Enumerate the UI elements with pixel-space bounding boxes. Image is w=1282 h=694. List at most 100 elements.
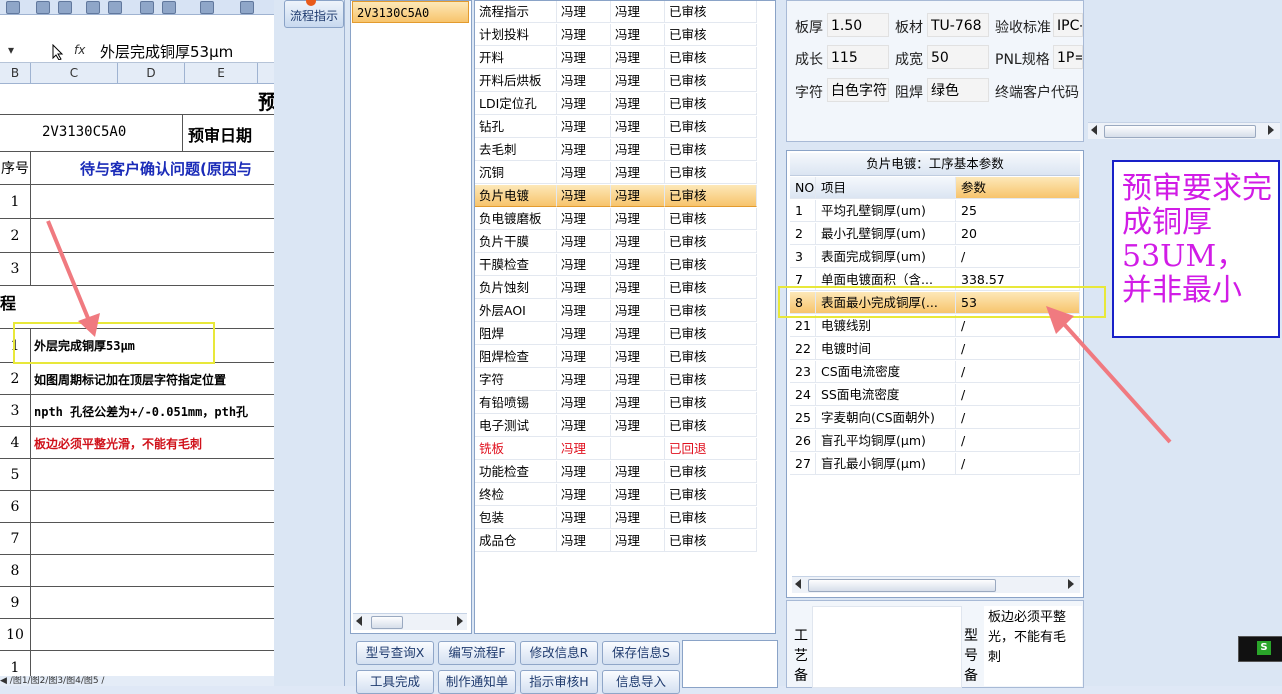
list-item[interactable]: 1 [0, 185, 274, 219]
table-row[interactable]: 10 [0, 619, 274, 651]
table-row[interactable]: 7 [0, 523, 274, 555]
process-row[interactable]: 功能检查 冯理 冯理 已审核 [475, 461, 757, 484]
copy-icon[interactable] [140, 1, 154, 14]
process-cell-status: 已审核 [665, 530, 757, 552]
standard-field[interactable]: IPC- [1053, 13, 1083, 37]
process-row[interactable]: 终检 冯理 冯理 已审核 [475, 484, 757, 507]
undo-icon[interactable] [200, 1, 214, 14]
hyperlink-icon[interactable] [240, 1, 254, 14]
process-cell-b: 冯理 [611, 116, 665, 138]
param-row[interactable]: 24 SS面电流密度 / [790, 384, 1080, 407]
col-header-d[interactable]: D [118, 63, 185, 83]
toolbar-button[interactable]: 工具完成 [356, 670, 434, 694]
row-number: 6 [0, 491, 31, 522]
scroll-thumb[interactable] [371, 616, 403, 629]
process-row[interactable]: 成品仓 冯理 冯理 已审核 [475, 530, 757, 553]
soldermask-field[interactable]: 绿色 [927, 78, 989, 102]
process-row[interactable]: 阻焊检查 冯理 冯理 已审核 [475, 346, 757, 369]
craft-remark-field[interactable] [812, 606, 962, 688]
scroll-thumb[interactable] [808, 579, 996, 592]
process-row[interactable]: 负片电镀 冯理 冯理 已审核 [475, 185, 757, 208]
param-grid-scrollbar[interactable] [792, 576, 1080, 593]
toolbar-button[interactable]: 型号查询X [356, 641, 434, 665]
process-row[interactable]: 钻孔 冯理 冯理 已审核 [475, 116, 757, 139]
col-header-c[interactable]: C [31, 63, 118, 83]
param-row[interactable]: 2 最小孔壁铜厚(um) 20 [790, 223, 1080, 246]
tray-app-icon[interactable]: S [1257, 641, 1271, 655]
process-row[interactable]: 负片蚀刻 冯理 冯理 已审核 [475, 277, 757, 300]
process-row[interactable]: 去毛刺 冯理 冯理 已审核 [475, 139, 757, 162]
param-row[interactable]: 22 电镀时间 / [790, 338, 1080, 361]
process-row[interactable]: 干膜检查 冯理 冯理 已审核 [475, 254, 757, 277]
param-row[interactable]: 1 平均孔壁铜厚(um) 25 [790, 200, 1080, 223]
paste-icon[interactable] [162, 1, 176, 14]
pnl-field[interactable]: 1P= [1053, 45, 1083, 69]
process-row[interactable]: 流程指示 冯理 冯理 已审核 [475, 1, 757, 24]
toolbar-button[interactable]: 修改信息R [520, 641, 598, 665]
value-header[interactable]: 参数 [956, 177, 1080, 199]
process-row[interactable]: 包装 冯理 冯理 已审核 [475, 507, 757, 530]
table-row[interactable]: 9 [0, 587, 274, 619]
process-row[interactable]: 字符 冯理 冯理 已审核 [475, 369, 757, 392]
scroll-left-icon[interactable] [1091, 125, 1097, 135]
toolbar-button[interactable]: 指示审核H [520, 670, 598, 694]
param-row[interactable]: 27 盲孔最小铜厚(μm) / [790, 453, 1080, 476]
param-row[interactable]: 21 电镀线别 / [790, 315, 1080, 338]
toolbar-button[interactable]: 信息导入 [602, 670, 680, 694]
process-row[interactable]: 有铅喷锡 冯理 冯理 已审核 [475, 392, 757, 415]
scroll-right-icon[interactable] [457, 616, 463, 626]
save-icon[interactable] [6, 1, 20, 14]
table-row[interactable]: 6 [0, 491, 274, 523]
toolbar-button[interactable]: 编写流程F [438, 641, 516, 665]
research-icon[interactable] [108, 1, 122, 14]
thickness-field[interactable]: 1.50 [827, 13, 889, 37]
process-row[interactable]: 计划投料 冯理 冯理 已审核 [475, 24, 757, 47]
material-field[interactable]: TU-768 [927, 13, 989, 37]
param-row[interactable]: 25 字麦朝向(CS面朝外) / [790, 407, 1080, 430]
table-row[interactable]: 5 [0, 459, 274, 491]
length-field[interactable]: 115 [827, 45, 889, 69]
scroll-right-icon[interactable] [1268, 125, 1274, 135]
process-row[interactable]: 负电镀磨板 冯理 冯理 已审核 [475, 208, 757, 231]
scroll-left-icon[interactable] [795, 579, 801, 589]
col-header-b[interactable]: B [0, 63, 31, 83]
process-row[interactable]: 铣板 冯理 已回退 [475, 438, 757, 461]
formula-input[interactable]: 外层完成铜厚53μm [100, 41, 233, 62]
table-row[interactable]: 2 如图周期标记加在顶层字符指定位置 [0, 363, 274, 395]
process-cell-b: 冯理 [611, 346, 665, 368]
process-row[interactable]: 沉铜 冯理 冯理 已审核 [475, 162, 757, 185]
card-list-scrollbar[interactable] [353, 613, 467, 630]
table-row[interactable]: 3 npth 孔径公差为+/-0.051mm，pth孔 [0, 395, 274, 427]
process-row[interactable]: LDI定位孔 冯理 冯理 已审核 [475, 93, 757, 116]
process-row[interactable]: 阻焊 冯理 冯理 已审核 [475, 323, 757, 346]
sheet-tabs[interactable]: ◀ /图1/图2/图3/图4/图5 / [0, 676, 274, 686]
card-item-selected[interactable]: 2V3130C5A0 [352, 1, 469, 23]
width-field[interactable]: 50 [927, 45, 989, 69]
toolbar-button[interactable]: 保存信息S [602, 641, 680, 665]
spell-icon[interactable] [86, 1, 100, 14]
silkscreen-field[interactable]: 白色字符 [827, 78, 889, 102]
scroll-right-icon[interactable] [1068, 579, 1074, 589]
table-row[interactable]: 4 板边必须平整光滑，不能有毛刺 [0, 427, 274, 459]
toolbar-button[interactable]: 制作通知单 [438, 670, 516, 694]
model-remark-field[interactable]: 板边必须平整光，不能有毛刺 [984, 606, 1082, 686]
item-header[interactable]: 项目 [816, 177, 956, 199]
process-row[interactable]: 开料 冯理 冯理 已审核 [475, 47, 757, 70]
no-header[interactable]: NO [790, 177, 816, 199]
param-row[interactable]: 23 CS面电流密度 / [790, 361, 1080, 384]
process-row[interactable]: 电子测试 冯理 冯理 已审核 [475, 415, 757, 438]
table-row[interactable]: 8 [0, 555, 274, 587]
param-grid-title: 负片电镀：工序基本参数 [790, 153, 1080, 176]
col-header-e[interactable]: E [185, 63, 258, 83]
param-row[interactable]: 26 盲孔平均铜厚(μm) / [790, 430, 1080, 453]
process-row[interactable]: 外层AOI 冯理 冯理 已审核 [475, 300, 757, 323]
scroll-thumb[interactable] [1104, 125, 1256, 138]
preview-icon[interactable] [58, 1, 72, 14]
process-row[interactable]: 开料后烘板 冯理 冯理 已审核 [475, 70, 757, 93]
param-row[interactable]: 3 表面完成铜厚(um) / [790, 246, 1080, 269]
process-row[interactable]: 负片干膜 冯理 冯理 已审核 [475, 231, 757, 254]
info-scrollbar[interactable] [1088, 122, 1280, 139]
namebox-dropdown-icon[interactable]: ▾ [8, 43, 14, 57]
print-icon[interactable] [36, 1, 50, 14]
scroll-left-icon[interactable] [356, 616, 362, 626]
